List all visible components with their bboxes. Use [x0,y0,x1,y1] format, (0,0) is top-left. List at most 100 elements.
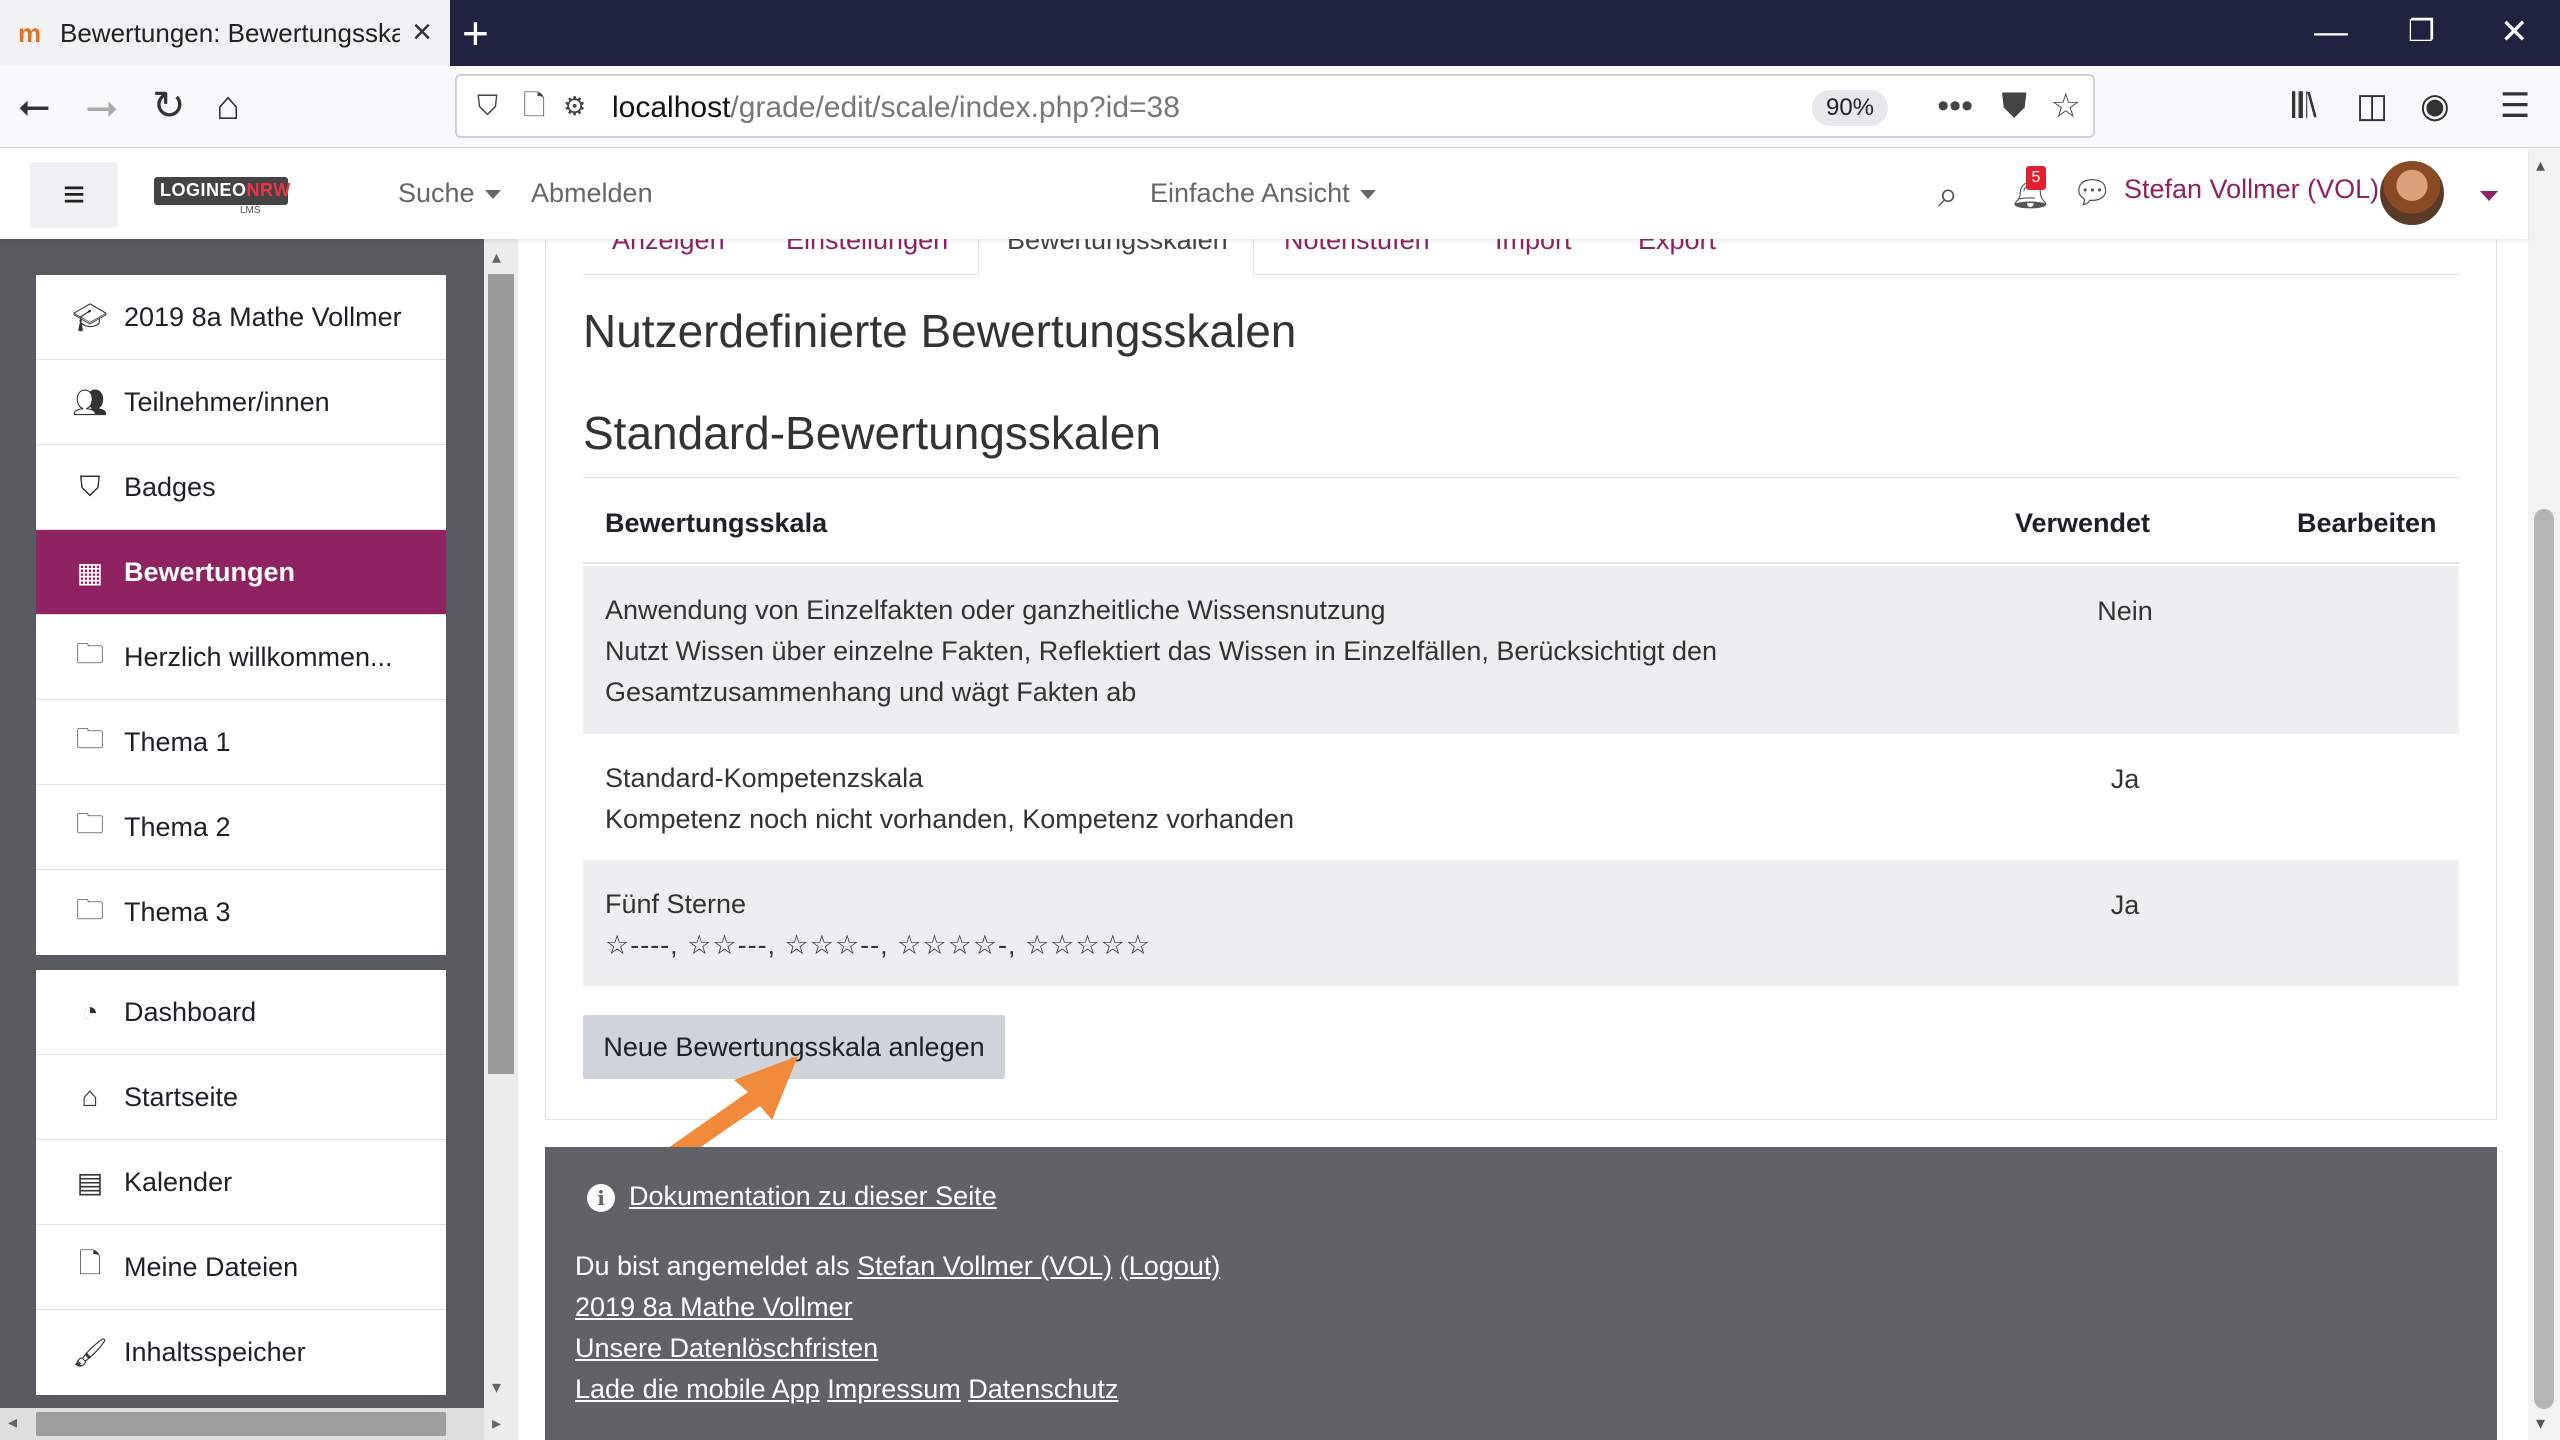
scroll-up-icon[interactable]: ▴ [2536,155,2545,176]
privacy-link[interactable]: Datenschutz [968,1374,1118,1404]
permissions-icon[interactable]: ⚙ [563,86,586,126]
new-tab-icon[interactable]: + [462,8,489,58]
restore-icon[interactable]: ❐ [2408,12,2435,52]
drawer-item-grades[interactable]: ▦ Bewertungen [36,530,446,615]
file-icon: 🗋 [78,1248,102,1279]
drawer-item-participants[interactable]: 👥︎ Teilnehmer/innen [36,360,446,445]
brush-icon: 🖌︎ [72,1337,108,1368]
chevron-down-icon [1359,190,1376,200]
documentation-link[interactable]: Dokumentation zu dieser Seite [629,1181,997,1211]
data-deletion-link[interactable]: Unsere Datenlöschfristen [575,1333,878,1363]
drawer-item-label: Teilnehmer/innen [124,386,330,417]
drawer-item-badges[interactable]: ⛉ Badges [36,445,446,530]
imprint-link[interactable]: Impressum [827,1374,961,1404]
page-icon: 🗋 [523,90,546,121]
scale-items: Kompetenz noch nicht vorhanden, Kompeten… [605,804,1294,834]
calendar-icon: ▤ [76,1166,104,1198]
section-divider [583,477,2459,478]
scroll-right-icon[interactable]: ▸ [492,1413,501,1434]
scale-items: Nutzt Wissen über einzelne Fakten, Refle… [605,636,1718,666]
drawer-vertical-scrollbar[interactable]: ▴ ▾ ▸ [484,239,518,1440]
footer-login-info: Du bist angemeldet als Stefan Vollmer (V… [575,1251,1220,1282]
scale-name: Fünf Sterne [605,889,747,919]
drawer-item-label: Startseite [124,1081,239,1112]
column-header-scale: Bewertungsskala [605,508,828,538]
bookmark-star-icon[interactable]: ☆ [2051,86,2081,126]
view-mode-menu[interactable]: Einfache Ansicht [1150,178,1376,209]
footer-doc-line: i Dokumentation zu dieser Seite [587,1181,997,1212]
chat-icon[interactable]: 💬︎ [2072,173,2113,211]
reload-icon[interactable]: ↻ [152,84,186,128]
drawer-item-calendar[interactable]: ▤ Kalender [36,1140,446,1225]
url-text[interactable]: localhost/grade/edit/scale/index.php?id=… [612,91,1180,125]
browser-tabbar: m Bewertungen: Bewertungsskalen × + — ❐ … [0,0,2560,66]
minimize-icon[interactable]: — [2314,12,2348,52]
scrollbar-thumb[interactable] [2534,509,2554,1409]
highlight-arrow-icon [668,1056,798,1160]
pocket-icon[interactable]: ⛊ [2002,86,2028,126]
url-bar[interactable]: ⛉ 🗋 ⚙ localhost/grade/edit/scale/index.p… [455,74,2095,138]
footer-user-link[interactable]: Stefan Vollmer (VOL) [857,1251,1112,1281]
folder-icon: 🗀 [75,723,104,754]
drawer-toggle-button[interactable]: ≡ [30,162,118,228]
footer-course-link[interactable]: 2019 8a Mathe Vollmer [575,1292,853,1322]
column-header-edit: Bearbeiten [2297,508,2437,538]
mobile-app-link[interactable]: Lade die mobile App [575,1374,820,1404]
logout-link[interactable]: Abmelden [531,178,653,209]
drawer-item-content-bank[interactable]: 🖌︎ Inhaltsspeicher [36,1310,446,1395]
page-scrollbar[interactable]: ▴ ▾ [2528,149,2560,1440]
scroll-down-icon[interactable]: ▾ [2536,1413,2545,1434]
sidebar-icon[interactable]: ◫ [2356,84,2388,128]
drawer-item-label: Meine Dateien [124,1251,299,1282]
moodle-favicon-icon: m [18,18,42,48]
home-icon[interactable]: ⌂ [216,84,240,128]
menu-icon[interactable]: ☰ [2500,84,2530,128]
drawer-item-welcome[interactable]: 🗀 Herzlich willkommen... [36,615,446,700]
drawer-item-label: Thema 2 [124,811,231,842]
scrollbar-thumb[interactable] [488,274,514,1074]
browser-tab[interactable]: m Bewertungen: Bewertungsskalen × [0,0,450,66]
drawer-item-dashboard[interactable]: ◔ Dashboard [36,970,446,1055]
more-actions-icon[interactable]: ••• [1937,86,1973,126]
logo-text-2: NRW [246,180,291,200]
drawer-item-course[interactable]: 🎓︎ 2019 8a Mathe Vollmer [36,275,446,360]
window-close-icon[interactable]: ✕ [2500,12,2529,52]
back-icon[interactable]: ⭠ [18,84,50,128]
drawer-horizontal-scrollbar[interactable]: ◂ [0,1408,484,1440]
account-icon[interactable]: ◉ [2420,84,2450,128]
scroll-up-icon[interactable]: ▴ [492,247,501,268]
forward-icon[interactable]: ⭢ [86,84,118,128]
drawer-item-topic-1[interactable]: 🗀 Thema 1 [36,700,446,785]
drawer-item-topic-2[interactable]: 🗀 Thema 2 [36,785,446,870]
footer-links-line: Lade die mobile App Impressum Datenschut… [575,1374,1118,1405]
home-icon: ⌂ [81,1081,99,1112]
drawer-item-my-files[interactable]: 🗋 Meine Dateien [36,1225,446,1310]
scrollbar-thumb[interactable] [36,1412,446,1436]
footer-logout-link[interactable]: (Logout) [1120,1251,1221,1281]
scroll-down-icon[interactable]: ▾ [492,1377,501,1398]
folder-icon: 🗀 [75,638,104,669]
logo-box: LOGINEONRW [154,177,291,205]
user-menu-chevron-icon[interactable] [2480,191,2498,201]
view-mode-label: Einfache Ansicht [1150,178,1350,208]
url-path: /grade/edit/scale/index.php?id=38 [730,91,1180,124]
library-icon[interactable]: 𝄃𝄃\ [2292,84,2317,128]
used-cell: Ja [2110,764,2140,794]
search-menu[interactable]: Suche [398,178,501,209]
dashboard-icon: ◔ [81,996,99,1027]
scale-items-continued: Gesamtzusammenhang und wägt Fakten ab [605,677,1137,707]
drawer-item-home[interactable]: ⌂ Startseite [36,1055,446,1140]
scale-name: Standard-Kompetenzskala [605,763,924,793]
shield-icon[interactable]: ⛉ [477,86,498,126]
search-icon[interactable]: ⌕ [1938,173,1958,216]
search-menu-label: Suche [398,178,475,208]
zoom-badge[interactable]: 90% [1812,90,1888,126]
close-tab-icon[interactable]: × [412,15,432,49]
scroll-left-icon[interactable]: ◂ [8,1412,17,1433]
table-row: Anwendung von Einzelfakten oder ganzheit… [583,566,2459,734]
site-logo[interactable]: LOGINEONRW LMS [154,177,291,216]
drawer-item-topic-3[interactable]: 🗀 Thema 3 [36,870,446,955]
footer-course-line: 2019 8a Mathe Vollmer [575,1292,853,1323]
user-menu-name[interactable]: Stefan Vollmer (VOL) [2124,174,2379,205]
avatar[interactable] [2380,161,2444,225]
